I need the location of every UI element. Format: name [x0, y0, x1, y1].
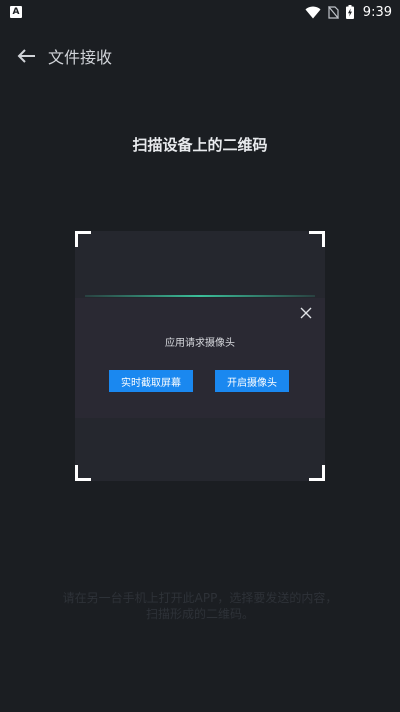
dialog-message: 应用请求摄像头	[165, 338, 235, 349]
scanner-corner-bottom-right	[309, 465, 325, 481]
app-header: 文件接收	[0, 38, 400, 74]
camera-permission-dialog: 应用请求摄像头 实时截取屏幕 开启摄像头	[75, 298, 325, 418]
close-icon[interactable]	[299, 306, 313, 320]
scanner-corner-top-left	[75, 231, 91, 247]
scan-instructions: 请在另一台手机上打开此APP，选择要发送的内容，扫描形成的二维码。	[62, 591, 338, 621]
status-bar: A 9:39	[0, 0, 400, 24]
scanner-corner-bottom-left	[75, 465, 91, 481]
no-sim-icon	[327, 5, 339, 19]
page-title: 文件接收	[48, 48, 113, 67]
status-time: 9:39	[362, 4, 392, 20]
wifi-icon	[305, 6, 321, 18]
scan-line	[85, 295, 315, 297]
capture-screen-button[interactable]: 实时截取屏幕	[109, 370, 193, 392]
open-camera-button[interactable]: 开启摄像头	[215, 370, 289, 392]
status-left: A	[10, 6, 22, 18]
status-right: 9:39	[305, 5, 392, 20]
qr-scanner-frame: 应用请求摄像头 实时截取屏幕 开启摄像头	[75, 231, 325, 481]
battery-charging-icon	[345, 5, 354, 19]
notification-app-icon: A	[10, 6, 22, 18]
scanner-corner-top-right	[309, 231, 325, 247]
arrow-left-icon[interactable]	[16, 45, 38, 67]
scan-heading: 扫描设备上的二维码	[132, 136, 268, 154]
